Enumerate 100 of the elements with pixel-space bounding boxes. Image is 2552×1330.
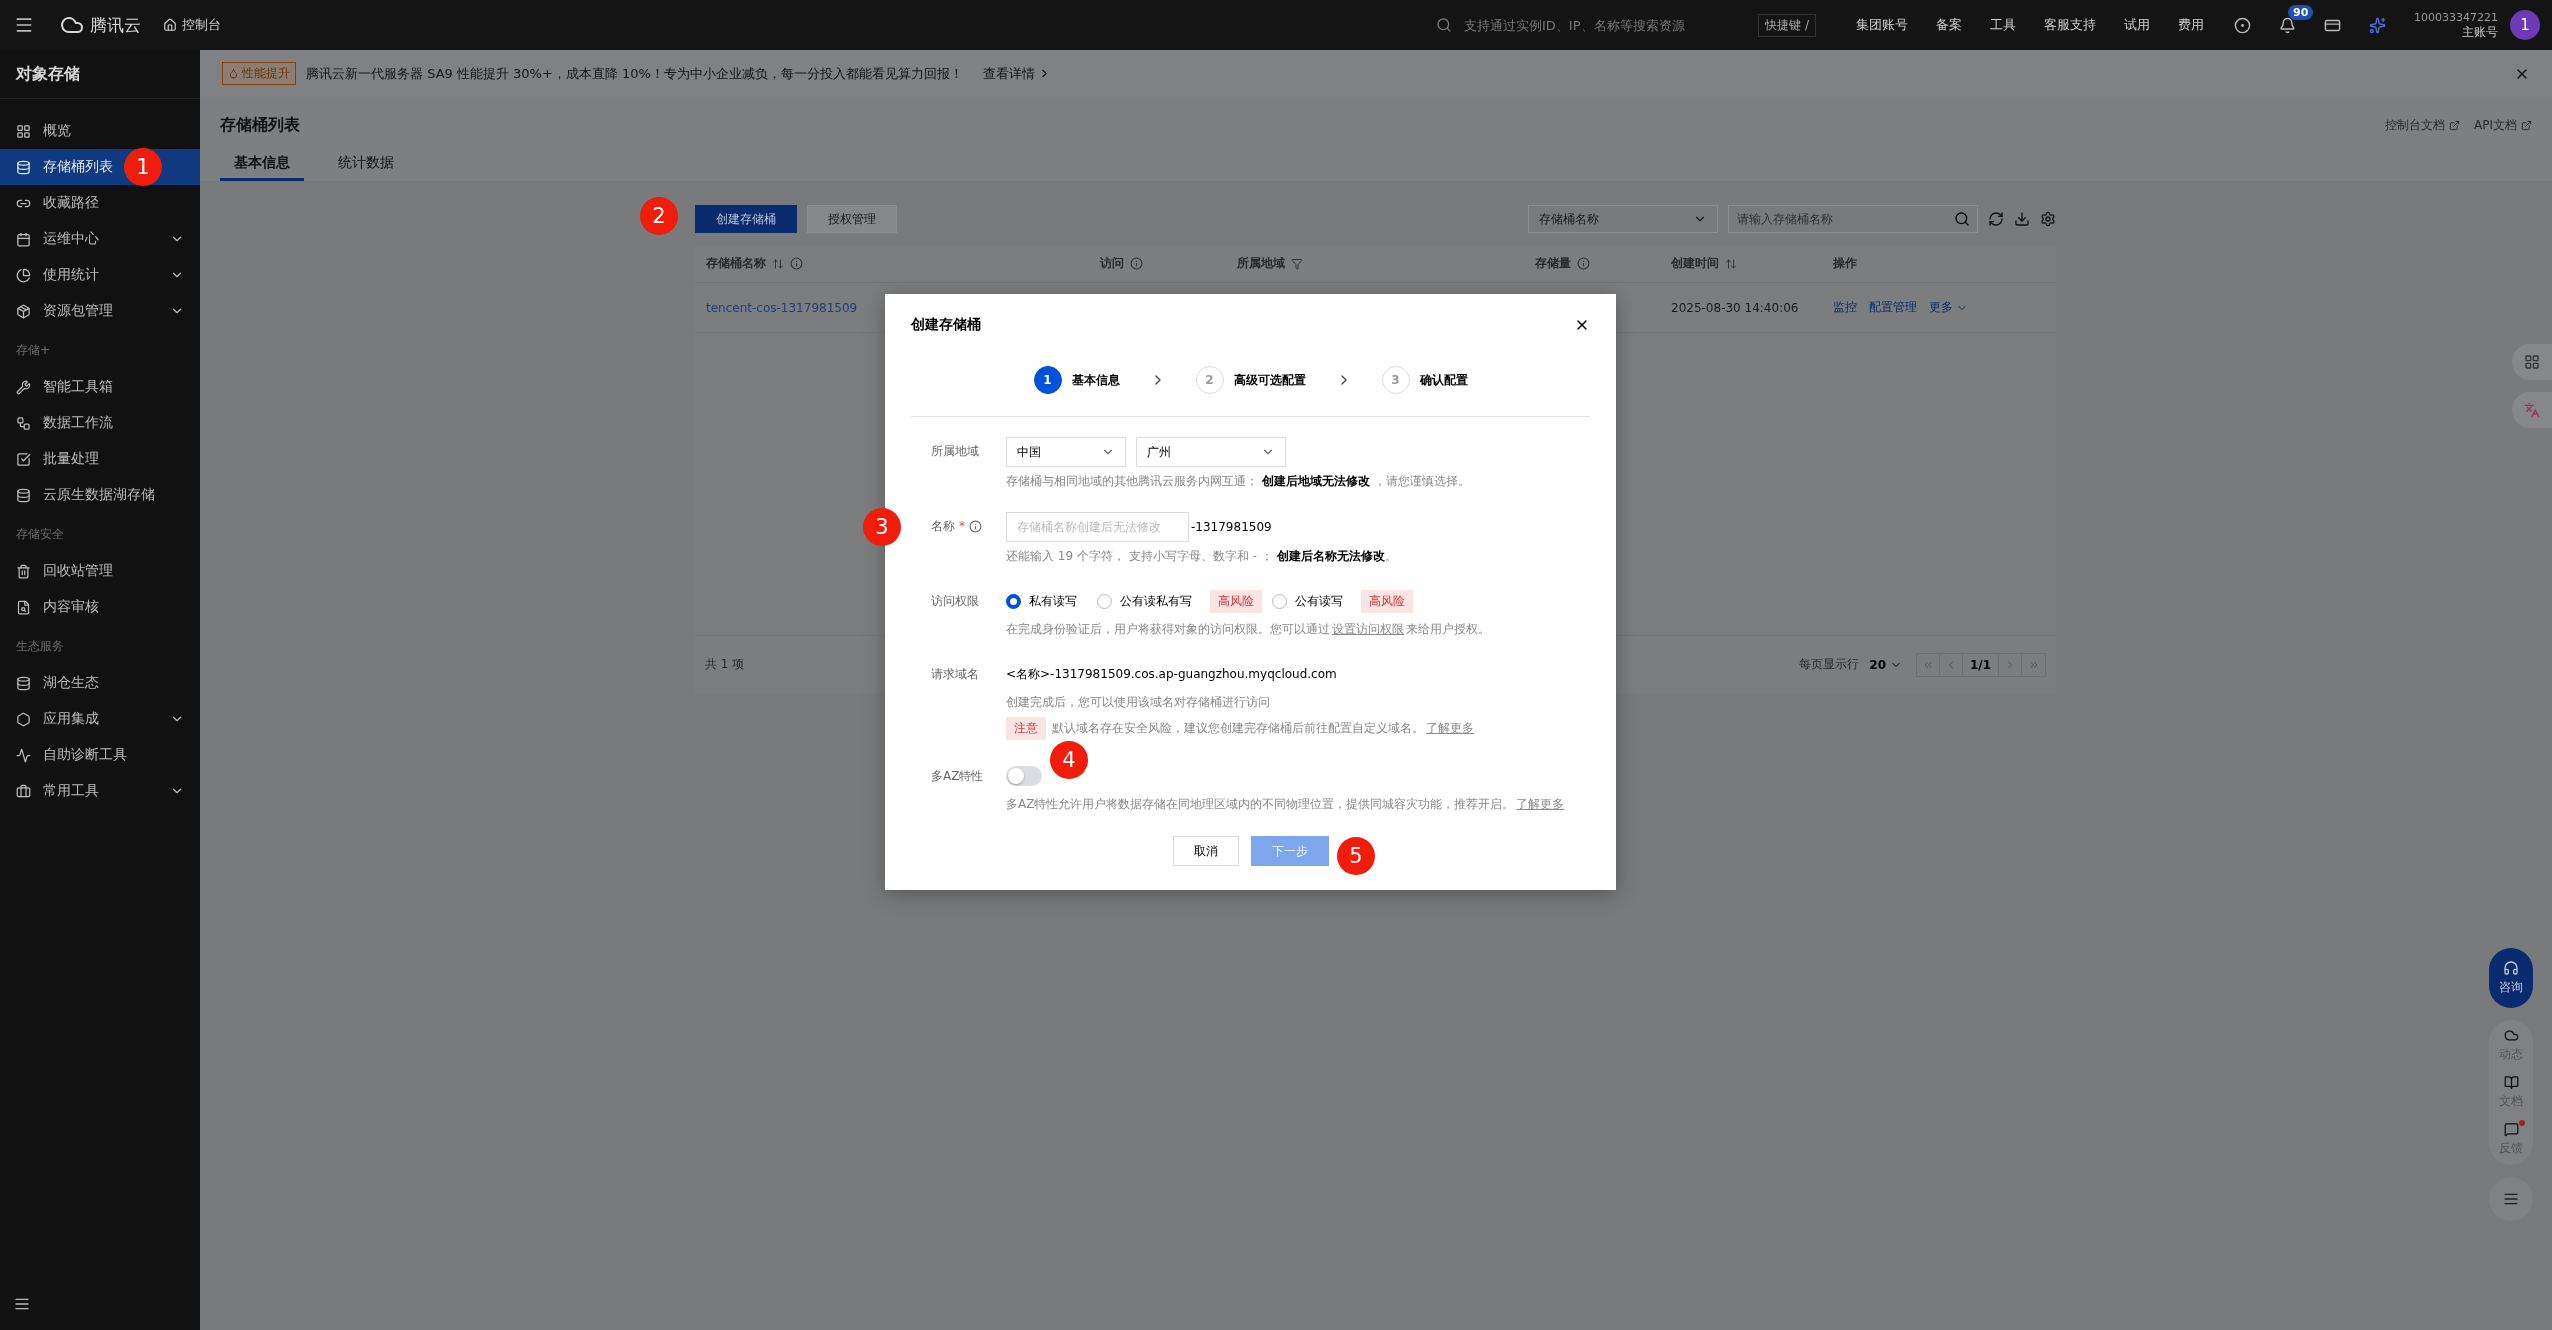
access-link[interactable]: 设置访问权限 [1332, 622, 1404, 636]
search-icon[interactable] [1954, 211, 1970, 227]
external-link-icon [2521, 120, 2532, 131]
step-number: 3 [1381, 366, 1410, 394]
table-cell-text: 2025-08-30 14:40:06 [1671, 300, 1800, 315]
doc-link[interactable]: 控制台文档 [2385, 117, 2460, 134]
external-link-icon [2449, 120, 2460, 131]
field-label: 请求域名 [931, 666, 980, 683]
info-icon[interactable] [790, 257, 803, 270]
circle-icon[interactable] [2234, 16, 2251, 34]
info-icon[interactable] [969, 519, 982, 533]
box-icon [16, 303, 31, 319]
cancel-button[interactable]: 取消 [1172, 836, 1239, 866]
sidebar-item[interactable]: 运维中心 [0, 221, 200, 257]
region-select[interactable]: 中国 [1006, 437, 1126, 467]
total-count: 共 1 项 [705, 656, 745, 673]
field-label: 多AZ特性 [931, 768, 985, 785]
cloud-icon [2503, 1028, 2519, 1043]
briefcase-icon [16, 783, 31, 799]
filter-select[interactable]: 存储桶名称 [1528, 205, 1718, 233]
create-bucket-button[interactable]: 创建存储桶 [695, 205, 797, 233]
page-number: 1/1 [1963, 653, 1999, 676]
sidebar-item[interactable]: 回收站管理 [0, 553, 200, 589]
top-nav-link[interactable]: 客服支持 [2044, 16, 2096, 34]
field-label: 所属地域 [931, 443, 980, 460]
details-link[interactable]: 查看详情 [982, 64, 1051, 83]
sidebar-item[interactable]: 存储桶列表 1 [0, 149, 200, 185]
info-icon[interactable] [1130, 257, 1143, 270]
info-icon[interactable] [1577, 257, 1590, 270]
top-nav-link[interactable]: 备案 [1936, 16, 1962, 34]
step-marker: 1 [124, 148, 162, 186]
sidebar-item[interactable]: 资源包管理 [0, 293, 200, 329]
sidebar-heading: 存储安全 [15, 525, 65, 543]
calendar-icon [16, 231, 31, 247]
filter-icon[interactable] [1291, 257, 1303, 270]
list-icon[interactable] [2489, 1177, 2533, 1221]
radio-option[interactable]: 公有读私有写 [1097, 592, 1192, 610]
region-select[interactable]: 广州 [1136, 437, 1286, 467]
menu-icon[interactable] [14, 15, 34, 35]
top-nav-link[interactable]: 工具 [1990, 16, 2016, 34]
notice-text: 默认域名存在安全风险，建议您创建完存储桶后前往配置自定义域名。 了解更多 [1052, 720, 1475, 737]
collapse-menu-icon[interactable] [14, 1296, 30, 1312]
sidebar-item[interactable]: 湖仓生态 [0, 665, 200, 701]
search-icon [1436, 17, 1452, 33]
sidebar-item[interactable]: 批量处理 [0, 441, 200, 477]
toggle-switch[interactable] [1006, 766, 1042, 786]
sparkle-icon[interactable] [2369, 16, 2386, 34]
tab[interactable]: 统计数据 [324, 150, 408, 181]
column-header: 创建时间 [1671, 255, 1833, 272]
sidebar-item[interactable]: 云原生数据湖存储 [0, 477, 200, 513]
name-input[interactable]: 存储桶名称创建后无法修改 [1006, 512, 1189, 542]
sidebar-heading: 存储+ [15, 341, 52, 359]
radio-option[interactable]: 公有读写 [1272, 592, 1343, 610]
hint-text: 在完成身份验证后，用户将获得对象的访问权限。您可以通过 设置访问权限 来给用户授权。 [1006, 621, 1491, 638]
user-avatar[interactable]: 1 [2510, 10, 2540, 40]
sidebar-item[interactable]: 使用统计 [0, 257, 200, 293]
grid-plus-icon[interactable] [2512, 344, 2552, 380]
refresh-icon[interactable] [1988, 211, 2004, 227]
global-search-field[interactable]: 支持通过实例ID、IP、名称等搜索资源 [1462, 16, 1749, 34]
sidebar-item[interactable]: 内容审核 [0, 589, 200, 625]
message-icon [2503, 1122, 2519, 1137]
secondary-button[interactable]: 授权管理 [807, 205, 897, 233]
sidebar-item[interactable]: 应用集成 [0, 701, 200, 737]
radio-option[interactable]: 私有读写 [1006, 592, 1077, 610]
sort-icon[interactable] [772, 257, 784, 270]
column-header: 存储桶名称 [706, 255, 1100, 272]
hint-text: 创建完成后，您可以使用该域名对存储桶进行访问 [1006, 694, 1271, 711]
required-mark-icon: * [959, 512, 965, 540]
page-size-label: 每页显示行 [1799, 656, 1860, 673]
consult-button[interactable]: 咨询 [2489, 948, 2533, 1008]
activity-icon [16, 747, 31, 763]
book-icon [2503, 1075, 2519, 1090]
top-nav-link[interactable]: 试用 [2124, 16, 2150, 34]
top-nav-link[interactable]: 费用 [2178, 16, 2204, 34]
workflow-icon [16, 415, 31, 431]
file-search-icon [16, 599, 31, 615]
learn-more-link[interactable]: 了解更多 [1426, 721, 1474, 735]
top-nav-link[interactable]: 集团账号 [1856, 16, 1908, 34]
doc-link[interactable]: API文档 [2474, 117, 2532, 134]
settings-icon[interactable] [2040, 211, 2056, 227]
console-link[interactable]: 控制台 [163, 16, 221, 34]
sidebar-heading: 生态服务 [15, 637, 65, 655]
sort-icon[interactable] [1725, 257, 1737, 270]
sidebar-item[interactable]: 收藏路径 [0, 185, 200, 221]
sidebar-item[interactable]: 自助诊断工具 [0, 737, 200, 773]
sidebar-item[interactable]: 常用工具 [0, 773, 200, 809]
bucket-search-field[interactable]: 请输入存储桶名称 [1728, 205, 1978, 233]
download-icon[interactable] [2014, 211, 2030, 227]
bell-icon[interactable] [2279, 16, 2296, 34]
page-size-select[interactable]: 20 [1869, 657, 1902, 672]
sidebar-item[interactable]: 数据工作流 [0, 405, 200, 441]
sidebar-item[interactable]: 智能工具箱 [0, 369, 200, 405]
notification-count: 90 [2288, 4, 2314, 20]
hint-text: 多AZ特性允许用户将数据存储在同地理区域内的不同物理位置，提供同城容灾功能，推荐开启。 了解更多 [1006, 796, 1566, 813]
field-label: 访问权限 [931, 593, 980, 610]
learn-more-link[interactable]: 了解更多 [1516, 797, 1565, 811]
step-label: 高级可选配置 [1233, 371, 1306, 389]
sidebar-item[interactable]: 概览 [0, 113, 200, 149]
tab[interactable]: 基本信息 [220, 150, 304, 181]
account-id: 100033347221 [2414, 10, 2498, 25]
